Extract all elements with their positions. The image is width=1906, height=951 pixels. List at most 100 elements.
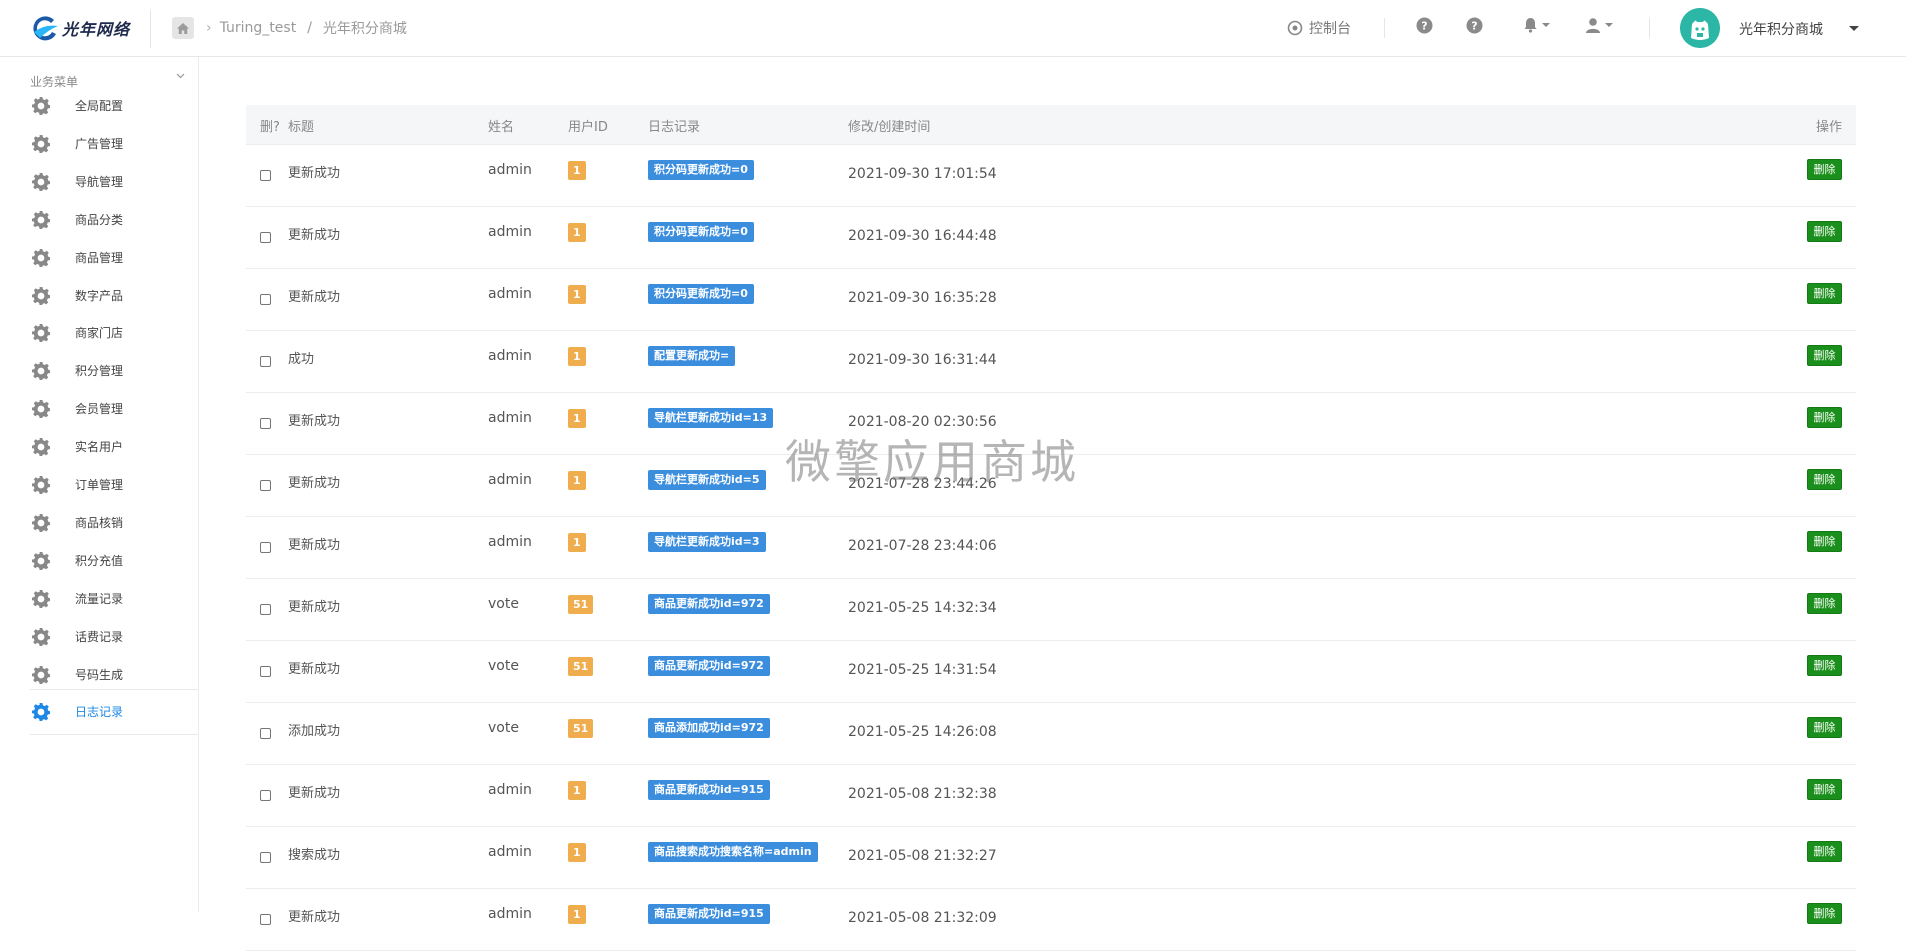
sidebar-item[interactable]: 商品分类 xyxy=(0,199,199,239)
table-row: 成功 admin 1 配置更新成功= 2021-09-30 16:31:44 删… xyxy=(246,331,1856,393)
table-row: 更新成功 vote 51 商品更新成功id=972 2021-05-25 14:… xyxy=(246,579,1856,641)
row-checkbox[interactable] xyxy=(260,666,271,677)
sidebar-item[interactable]: 日志记录 xyxy=(0,689,199,736)
sidebar-item[interactable]: 数字产品 xyxy=(0,275,199,315)
delete-button[interactable]: 删除 xyxy=(1807,345,1842,366)
log-badge: 积分码更新成功=0 xyxy=(648,222,754,242)
row-name: admin xyxy=(488,286,532,302)
gear-icon xyxy=(32,134,50,153)
divider xyxy=(1649,18,1650,38)
row-checkbox[interactable] xyxy=(260,542,271,553)
user-id-badge: 51 xyxy=(568,595,594,614)
sidebar-item[interactable]: 号码生成 xyxy=(0,654,199,694)
notifications-dropdown[interactable] xyxy=(1523,17,1550,33)
sidebar-item-label: 积分充值 xyxy=(75,553,124,568)
user-name[interactable]: 光年积分商城 xyxy=(1739,19,1823,39)
sidebar-item[interactable]: 导航管理 xyxy=(0,161,199,201)
row-checkbox[interactable] xyxy=(260,914,271,925)
row-checkbox[interactable] xyxy=(260,232,271,243)
sidebar-item[interactable]: 流量记录 xyxy=(0,578,199,618)
row-title: 成功 xyxy=(288,352,315,367)
help-button-2[interactable]: ? xyxy=(1466,17,1483,34)
robot-avatar-icon xyxy=(1680,8,1720,48)
sidebar-item[interactable]: 实名用户 xyxy=(0,426,199,466)
breadcrumb-page[interactable]: 光年积分商城 xyxy=(323,18,407,38)
row-checkbox[interactable] xyxy=(260,418,271,429)
user-icon xyxy=(1586,18,1600,33)
sidebar-item[interactable]: 积分充值 xyxy=(0,540,199,580)
header-title: 标题 xyxy=(288,120,315,135)
delete-button[interactable]: 删除 xyxy=(1807,283,1842,304)
user-id-badge: 51 xyxy=(568,657,594,676)
delete-button[interactable]: 删除 xyxy=(1807,469,1842,490)
header-name: 姓名 xyxy=(488,120,515,135)
log-table: 删? 标题 姓名 用户ID 日志记录 修改/创建时间 操作 更新成功 admin… xyxy=(246,105,1856,951)
row-title: 更新成功 xyxy=(288,786,341,801)
row-checkbox[interactable] xyxy=(260,728,271,739)
chevron-down-icon[interactable] xyxy=(1849,26,1859,31)
logo-icon xyxy=(33,16,58,41)
user-id-badge: 1 xyxy=(568,781,586,800)
sidebar-item[interactable]: 话费记录 xyxy=(0,616,199,656)
row-name: vote xyxy=(488,720,519,736)
log-badge: 商品更新成功id=915 xyxy=(648,904,770,924)
log-badge: 商品更新成功id=972 xyxy=(648,594,770,614)
gear-icon xyxy=(32,627,50,646)
user-dropdown[interactable] xyxy=(1585,17,1613,33)
sidebar-item[interactable]: 会员管理 xyxy=(0,388,199,428)
sidebar-item-label: 积分管理 xyxy=(75,364,124,379)
delete-button[interactable]: 删除 xyxy=(1807,717,1842,738)
help-button[interactable]: ? xyxy=(1416,17,1433,34)
breadcrumb-app[interactable]: Turing_test xyxy=(220,20,297,36)
console-link[interactable]: 控制台 xyxy=(1287,18,1351,38)
row-title: 更新成功 xyxy=(288,662,341,677)
sidebar-item[interactable]: 全局配置 xyxy=(0,85,199,125)
chevron-down-icon xyxy=(1605,23,1613,27)
delete-button[interactable]: 删除 xyxy=(1807,903,1842,924)
table-row: 更新成功 admin 1 导航栏更新成功id=5 2021-07-28 23:4… xyxy=(246,455,1856,517)
row-name: admin xyxy=(488,410,532,426)
chevron-down-icon xyxy=(1542,23,1550,27)
row-time: 2021-07-28 23:44:06 xyxy=(848,538,997,554)
row-checkbox[interactable] xyxy=(260,790,271,801)
row-time: 2021-09-30 16:44:48 xyxy=(848,228,997,244)
sidebar-item[interactable]: 商家门店 xyxy=(0,312,199,352)
row-checkbox[interactable] xyxy=(260,480,271,491)
sidebar-item[interactable]: 商品管理 xyxy=(0,237,199,277)
row-checkbox[interactable] xyxy=(260,852,271,863)
table-header: 删? 标题 姓名 用户ID 日志记录 修改/创建时间 操作 xyxy=(246,105,1856,145)
question-icon: ? xyxy=(1416,17,1433,34)
gear-icon xyxy=(32,362,50,381)
row-name: admin xyxy=(488,472,532,488)
sidebar-item-label: 全局配置 xyxy=(75,99,124,113)
sidebar-item[interactable]: 广告管理 xyxy=(0,123,199,163)
row-checkbox[interactable] xyxy=(260,170,271,181)
home-button[interactable] xyxy=(172,17,194,39)
delete-button[interactable]: 删除 xyxy=(1807,655,1842,676)
delete-button[interactable]: 删除 xyxy=(1807,593,1842,614)
header-time: 修改/创建时间 xyxy=(848,120,931,135)
delete-button[interactable]: 删除 xyxy=(1807,407,1842,428)
avatar[interactable] xyxy=(1680,8,1720,48)
logo[interactable]: 光年网络 xyxy=(30,13,130,43)
sidebar-item[interactable]: 商品核销 xyxy=(0,502,199,542)
delete-button[interactable]: 删除 xyxy=(1807,221,1842,242)
row-title: 添加成功 xyxy=(288,724,341,739)
row-name: admin xyxy=(488,348,532,364)
gear-icon xyxy=(32,97,50,115)
row-checkbox[interactable] xyxy=(260,604,271,615)
sidebar-item[interactable]: 订单管理 xyxy=(0,464,199,504)
table-row: 更新成功 admin 1 商品更新成功id=915 2021-05-08 21:… xyxy=(246,765,1856,827)
row-checkbox[interactable] xyxy=(260,356,271,367)
chevron-down-icon[interactable] xyxy=(176,71,185,80)
svg-text:?: ? xyxy=(1471,20,1477,33)
delete-button[interactable]: 删除 xyxy=(1807,159,1842,180)
gear-icon xyxy=(32,476,50,494)
gear-icon xyxy=(32,438,50,457)
delete-button[interactable]: 删除 xyxy=(1807,779,1842,800)
sidebar-item[interactable]: 积分管理 xyxy=(0,350,199,390)
delete-button[interactable]: 删除 xyxy=(1807,531,1842,552)
delete-button[interactable]: 删除 xyxy=(1807,841,1842,862)
gear-icon xyxy=(32,400,50,419)
row-checkbox[interactable] xyxy=(260,294,271,305)
